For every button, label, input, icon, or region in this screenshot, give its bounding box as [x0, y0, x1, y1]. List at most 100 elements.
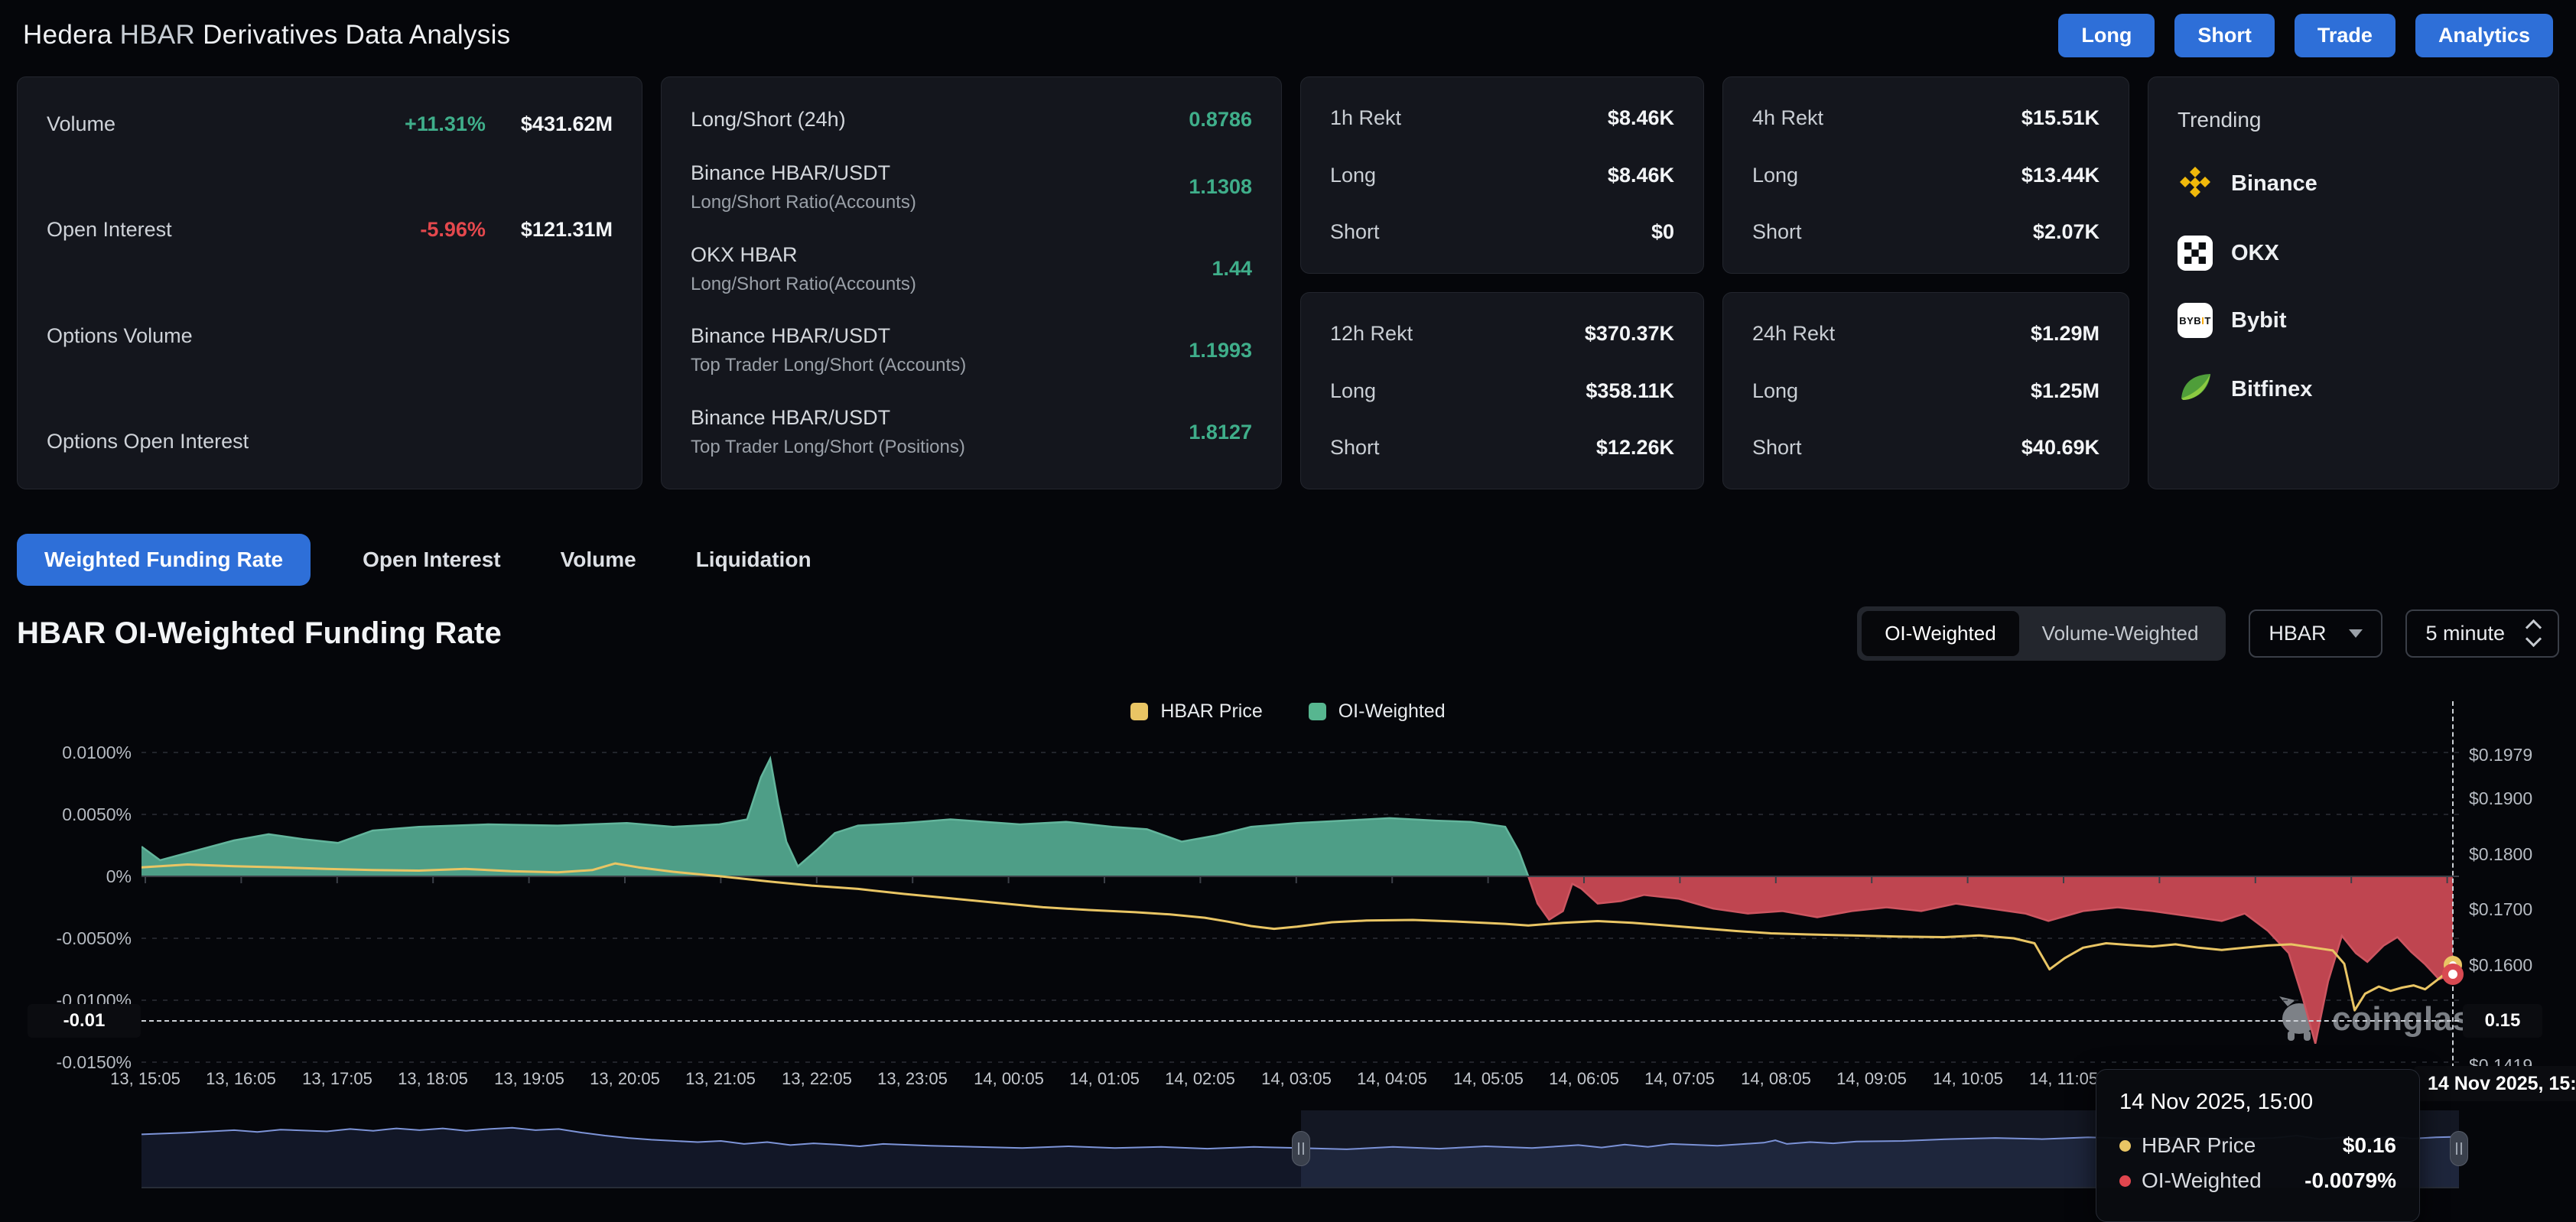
- rekt-short-value: $12.26K: [1596, 436, 1674, 460]
- chart-header: HBAR OI-Weighted Funding Rate OI-Weighte…: [17, 603, 2559, 664]
- open-interest-change: -5.96%: [420, 218, 486, 242]
- top-actions: Long Short Trade Analytics: [2058, 14, 2553, 57]
- rekt-long-value: $1.25M: [2031, 379, 2100, 403]
- rekt-short-value: $0: [1651, 220, 1674, 244]
- trending-card: Trending Binance: [2148, 76, 2559, 489]
- chart-canvas[interactable]: [141, 701, 2459, 1063]
- ratio-label: Long/Short (24h): [691, 108, 846, 132]
- trending-item-label: OKX: [2231, 241, 2279, 266]
- trending-item-label: Bybit: [2231, 308, 2287, 333]
- rekt-long-value: $8.46K: [1608, 164, 1674, 187]
- ratio-sublabel: Long/Short Ratio(Accounts): [691, 192, 916, 213]
- rekt-short-label: Short: [1752, 220, 1802, 244]
- ratio-sublabel: Top Trader Long/Short (Positions): [691, 437, 965, 458]
- navigator-right-handle[interactable]: [2450, 1131, 2468, 1166]
- volume-value: $431.62M: [521, 112, 613, 136]
- y-axis-left-label: 0.0050%: [0, 803, 132, 826]
- crosshair-time-badge: 14 Nov 2025, 15:00: [2414, 1066, 2576, 1101]
- rekt-total: $15.51K: [2021, 106, 2100, 130]
- oi-point-marker: [2442, 964, 2464, 985]
- rekt-column-1: 1h Rekt $8.46K Long $8.46K Short $0 12h …: [1300, 76, 1704, 489]
- trade-button[interactable]: Trade: [2295, 14, 2395, 57]
- rekt-total: $370.37K: [1585, 322, 1674, 346]
- volume-change: +11.31%: [405, 112, 486, 136]
- rekt-title: 24h Rekt: [1752, 322, 1835, 346]
- rekt-card-1h: 1h Rekt $8.46K Long $8.46K Short $0: [1300, 76, 1704, 274]
- trending-item-bitfinex[interactable]: Bitfinex: [2178, 370, 2529, 409]
- tooltip-label: OI-Weighted: [2142, 1168, 2262, 1193]
- tab-volume[interactable]: Volume: [553, 548, 644, 572]
- rekt-card-24h: 24h Rekt $1.29M Long $1.25M Short $40.69…: [1722, 292, 2129, 489]
- ratio-value: 1.44: [1212, 257, 1252, 281]
- legend-label: OI-Weighted: [1338, 700, 1446, 723]
- chart-tooltip: 14 Nov 2025, 15:00 HBAR Price $0.16 OI-W…: [2096, 1069, 2420, 1222]
- rekt-short-value: $2.07K: [2033, 220, 2100, 244]
- legend-oi-weighted[interactable]: OI-Weighted: [1309, 700, 1446, 723]
- y-axis-right-label: $0.1979: [2469, 743, 2576, 766]
- chart-title: HBAR OI-Weighted Funding Rate: [17, 616, 502, 651]
- rekt-long-value: $358.11K: [1586, 379, 1674, 403]
- open-interest-value: $121.31M: [521, 218, 613, 242]
- y-axis-left-label: -0.0050%: [0, 927, 132, 950]
- rekt-long-label: Long: [1330, 379, 1376, 403]
- chart-legend: HBAR Price OI-Weighted: [0, 700, 2576, 723]
- rekt-short-label: Short: [1330, 220, 1380, 244]
- volume-row: Volume +11.31% $431.62M: [47, 112, 613, 136]
- okx-icon: [2178, 236, 2213, 271]
- trending-title: Trending: [2178, 108, 2529, 132]
- funding-rate-chart: HBAR Price OI-Weighted coinglass: [0, 688, 2576, 1219]
- weighting-toggle: OI-Weighted Volume-Weighted: [1857, 606, 2226, 661]
- toggle-volume-weighted[interactable]: Volume-Weighted: [2019, 611, 2222, 656]
- ratio-label: Binance HBAR/USDT: [691, 324, 966, 348]
- short-button[interactable]: Short: [2174, 14, 2275, 57]
- tab-open-interest[interactable]: Open Interest: [355, 548, 508, 572]
- trending-item-binance[interactable]: Binance: [2178, 164, 2529, 203]
- y-axis-right-label: $0.1800: [2469, 843, 2576, 866]
- rekt-total: $1.29M: [2031, 322, 2100, 346]
- ratio-row-top-trader-positions: Binance HBAR/USDT Top Trader Long/Short …: [691, 406, 1252, 458]
- interval-select[interactable]: 5 minute: [2405, 609, 2559, 658]
- top-bar: Hedera HBAR Derivatives Data Analysis Lo…: [0, 0, 2576, 70]
- trending-item-okx[interactable]: OKX: [2178, 236, 2529, 271]
- long-button[interactable]: Long: [2058, 14, 2155, 57]
- ratio-sublabel: Top Trader Long/Short (Accounts): [691, 355, 966, 376]
- rekt-long-label: Long: [1752, 379, 1798, 403]
- trending-item-bybit[interactable]: BYBIT Bybit: [2178, 303, 2529, 338]
- rekt-title: 12h Rekt: [1330, 322, 1413, 346]
- ratio-label: Binance HBAR/USDT: [691, 161, 916, 185]
- options-open-interest-row: Options Open Interest: [47, 430, 613, 453]
- ratio-label: Binance HBAR/USDT: [691, 406, 965, 430]
- rekt-title: 4h Rekt: [1752, 106, 1823, 130]
- navigator-left-handle[interactable]: [1292, 1131, 1310, 1166]
- tooltip-value: $0.16: [2343, 1133, 2396, 1158]
- legend-label: HBAR Price: [1160, 700, 1262, 723]
- options-volume-row: Options Volume: [47, 324, 613, 348]
- price-dot-icon: [2119, 1140, 2131, 1152]
- stats-row: Volume +11.31% $431.62M Open Interest -5…: [17, 76, 2559, 489]
- page-title: Hedera HBAR Derivatives Data Analysis: [23, 20, 511, 50]
- ratio-row-binance-accounts: Binance HBAR/USDT Long/Short Ratio(Accou…: [691, 161, 1252, 213]
- tab-liquidation[interactable]: Liquidation: [688, 548, 819, 572]
- tooltip-row-price: HBAR Price $0.16: [2119, 1133, 2396, 1158]
- spinner-icon: [2528, 622, 2539, 645]
- trending-item-label: Bitfinex: [2231, 377, 2312, 402]
- options-volume-label: Options Volume: [47, 324, 193, 348]
- rekt-total: $8.46K: [1608, 106, 1674, 130]
- options-open-interest-label: Options Open Interest: [47, 430, 249, 453]
- volume-label: Volume: [47, 112, 115, 136]
- tooltip-time: 14 Nov 2025, 15:00: [2119, 1090, 2396, 1115]
- rekt-short-label: Short: [1330, 436, 1380, 460]
- legend-swatch-oi: [1309, 703, 1326, 720]
- legend-swatch-price: [1130, 703, 1148, 720]
- tab-weighted-funding-rate[interactable]: Weighted Funding Rate: [17, 534, 311, 586]
- crosshair-vertical: [2452, 701, 2454, 1099]
- open-interest-label: Open Interest: [47, 218, 172, 242]
- interval-select-value: 5 minute: [2425, 622, 2505, 645]
- legend-hbar-price[interactable]: HBAR Price: [1130, 700, 1262, 723]
- symbol-select[interactable]: HBAR: [2249, 609, 2382, 658]
- toggle-oi-weighted[interactable]: OI-Weighted: [1862, 611, 2018, 656]
- y-axis-right-label: $0.1600: [2469, 954, 2576, 977]
- ratio-row-top-trader-accounts: Binance HBAR/USDT Top Trader Long/Short …: [691, 324, 1252, 376]
- analytics-button[interactable]: Analytics: [2415, 14, 2553, 57]
- rekt-card-12h: 12h Rekt $370.37K Long $358.11K Short $1…: [1300, 292, 1704, 489]
